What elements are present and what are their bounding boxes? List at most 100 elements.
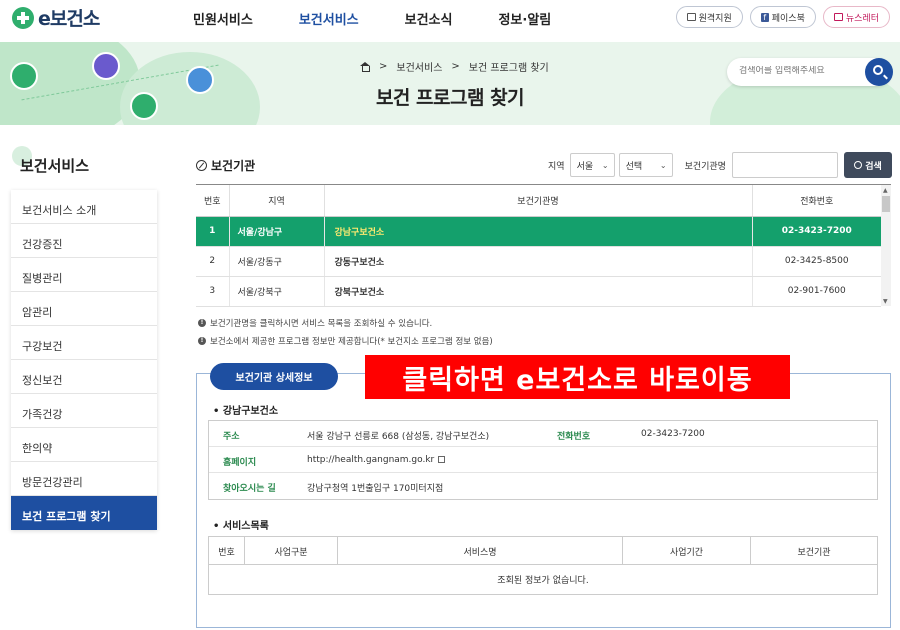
search-button[interactable]: 검색 xyxy=(843,152,892,178)
tel-value: 02-3423-7200 xyxy=(641,429,705,439)
svc-col-period: 사업기간 xyxy=(623,537,751,565)
detail-tab[interactable]: 보건기관 상세정보 xyxy=(210,363,338,390)
directions-value: 강남구청역 1번출입구 170미터지점 xyxy=(307,484,444,494)
sidebar-item-program-search[interactable]: 보건 프로그램 찾기 xyxy=(11,496,157,530)
scroll-up-icon[interactable]: ▲ xyxy=(883,187,888,194)
chevron-down-icon: ⌄ xyxy=(601,160,609,170)
col-header-no: 번호 xyxy=(196,185,230,217)
cell-region: 서울/강남구 xyxy=(229,216,325,247)
sidebar-item-oriental[interactable]: 한의약 xyxy=(11,428,157,462)
breadcrumb-sep: > xyxy=(451,61,460,72)
sidebar-item-mental[interactable]: 정신보건 xyxy=(11,360,157,394)
breadcrumb-sep: > xyxy=(379,61,388,72)
section-title-text: 보건기관 xyxy=(211,159,256,173)
bullet: • xyxy=(213,406,223,417)
region-label: 지역 xyxy=(548,161,565,172)
cell-tel: 02-901-7600 xyxy=(752,276,881,307)
directions-label: 찾아오시는 길 xyxy=(223,484,276,494)
nav-civil-service[interactable]: 민원서비스 xyxy=(193,9,253,28)
newsletter-button[interactable]: 뉴스레터 xyxy=(822,6,890,28)
region-select-value: 서울 xyxy=(576,161,594,172)
site-search-button[interactable] xyxy=(865,58,893,86)
district-select[interactable]: 선택 ⌄ xyxy=(618,153,673,177)
table-row[interactable]: 3 서울/강북구 강북구보건소 02-901-7600 xyxy=(196,276,881,307)
external-link-icon[interactable] xyxy=(438,456,446,463)
info-row-address: 주소 서울 강남구 선릉로 668 (삼성동, 강남구보건소) 전화번호 02-… xyxy=(209,421,877,447)
logo-text: e보건소 xyxy=(38,8,100,30)
search-icon xyxy=(854,161,863,169)
tel-label: 전화번호 xyxy=(557,432,591,442)
org-name-heading: • 강남구보건소 xyxy=(213,402,278,417)
table-header-row: 번호 지역 보건기관명 전화번호 xyxy=(196,185,881,217)
cell-no: 2 xyxy=(196,246,230,277)
homepage-url[interactable]: http://health.gangnam.go.kr xyxy=(307,455,434,465)
cell-no: 3 xyxy=(196,276,230,307)
homepage-link[interactable]: http://health.gangnam.go.kr xyxy=(307,455,446,465)
info-icon: ! xyxy=(198,337,206,345)
homepage-label: 홈페이지 xyxy=(223,458,257,468)
sidebar-item-family[interactable]: 가족건강 xyxy=(11,394,157,428)
remote-support-label: 원격지원 xyxy=(698,13,732,24)
agency-table-wrap: 번호 지역 보건기관명 전화번호 1 서울/강남구 강남구보건소 02-3423… xyxy=(196,184,891,307)
main-nav: 민원서비스 보건서비스 보건소식 정보·알림 xyxy=(193,9,597,28)
breadcrumb-item-current[interactable]: 보건 프로그램 찾기 xyxy=(469,59,549,74)
svc-col-name: 서비스명 xyxy=(338,537,623,565)
cell-name[interactable]: 강동구보건소 xyxy=(324,246,753,277)
cell-name[interactable]: 강북구보건소 xyxy=(324,276,753,307)
compass-icon xyxy=(196,160,207,171)
table-row[interactable]: 2 서울/강동구 강동구보건소 02-3425-8500 xyxy=(196,246,881,277)
breadcrumb-item-service[interactable]: 보건서비스 xyxy=(396,59,442,74)
info-row-homepage: 홈페이지 http://health.gangnam.go.kr xyxy=(209,447,877,473)
service-list-title: 서비스목록 xyxy=(222,521,269,532)
sidebar-item-intro[interactable]: 보건서비스 소개 xyxy=(11,190,157,224)
region-select[interactable]: 서울 ⌄ xyxy=(569,153,615,177)
scrollbar-thumb[interactable] xyxy=(882,196,890,212)
search-button-label: 검색 xyxy=(865,161,882,172)
search-icon xyxy=(873,65,883,75)
cross-logo-icon xyxy=(12,6,34,29)
service-list-heading: • 서비스목록 xyxy=(213,517,269,532)
scroll-down-icon[interactable]: ▼ xyxy=(883,298,888,305)
facebook-icon: f xyxy=(760,12,769,22)
table-row[interactable]: 1 서울/강남구 강남구보건소 02-3423-7200 xyxy=(196,216,881,247)
site-logo[interactable]: e보건소 xyxy=(12,4,100,31)
utility-links: 원격지원 f 페이스북 뉴스레터 xyxy=(675,6,890,28)
nav-info-notice[interactable]: 정보·알림 xyxy=(498,9,551,28)
cell-name[interactable]: 강남구보건소 xyxy=(324,216,753,247)
info-row-directions: 찾아오시는 길 강남구청역 1번출입구 170미터지점 xyxy=(209,473,877,499)
facebook-label: 페이스북 xyxy=(771,13,805,24)
facebook-button[interactable]: f 페이스북 xyxy=(749,6,816,28)
org-name-input[interactable] xyxy=(731,152,838,178)
mail-icon xyxy=(833,13,843,21)
sidebar-item-health-promotion[interactable]: 건강증진 xyxy=(11,224,157,258)
remote-support-button[interactable]: 원격지원 xyxy=(675,6,743,28)
help-note: ! 보건기관명을 클릭하시면 서비스 목록을 조회하실 수 있습니다. xyxy=(198,317,432,329)
org-info-table: 주소 서울 강남구 선릉로 668 (삼성동, 강남구보건소) 전화번호 02-… xyxy=(208,420,878,500)
col-header-name: 보건기관명 xyxy=(324,185,753,217)
hero-banner: > 보건서비스 > 보건 프로그램 찾기 보건 프로그램 찾기 xyxy=(0,42,900,125)
sidebar-item-visit[interactable]: 방문건강관리 xyxy=(11,462,157,496)
help-note-text: 보건소에서 제공한 프로그램 정보만 제공합니다(* 보건지소 프로그램 정보 … xyxy=(210,337,493,347)
sidebar-item-disease[interactable]: 질병관리 xyxy=(11,258,157,292)
sidebar-menu: 보건서비스 소개 건강증진 질병관리 암관리 구강보건 정신보건 가족건강 한의… xyxy=(11,190,157,530)
sidebar-item-cancer[interactable]: 암관리 xyxy=(11,292,157,326)
site-header: e보건소 민원서비스 보건서비스 보건소식 정보·알림 원격지원 f 페이스북 … xyxy=(0,0,900,42)
table-scrollbar[interactable]: ▲ ▼ xyxy=(881,185,891,306)
col-header-tel: 전화번호 xyxy=(752,185,881,217)
nav-health-news[interactable]: 보건소식 xyxy=(405,9,453,28)
newsletter-label: 뉴스레터 xyxy=(845,13,879,24)
nav-health-service[interactable]: 보건서비스 xyxy=(299,9,359,28)
monitor-icon xyxy=(686,13,696,21)
page-title: 보건 프로그램 찾기 xyxy=(375,87,525,109)
breadcrumb: > 보건서비스 > 보건 프로그램 찾기 xyxy=(360,59,549,74)
service-table-header: 번호 사업구분 서비스명 사업기간 보건기관 xyxy=(209,537,877,565)
org-name-text: 강남구보건소 xyxy=(222,406,279,417)
service-table: 번호 사업구분 서비스명 사업기간 보건기관 조회된 정보가 없습니다. xyxy=(208,536,878,595)
site-search-input[interactable] xyxy=(739,66,859,76)
svc-col-org: 보건기관 xyxy=(797,547,831,558)
org-name-label: 보건기관명 xyxy=(684,161,726,172)
sidebar-item-oral[interactable]: 구강보건 xyxy=(11,326,157,360)
filter-bar: 지역 서울 ⌄ 선택 ⌄ 보건기관명 검색 xyxy=(548,152,892,178)
home-icon[interactable] xyxy=(360,62,370,72)
address-value: 서울 강남구 선릉로 668 (삼성동, 강남구보건소) xyxy=(307,432,490,442)
